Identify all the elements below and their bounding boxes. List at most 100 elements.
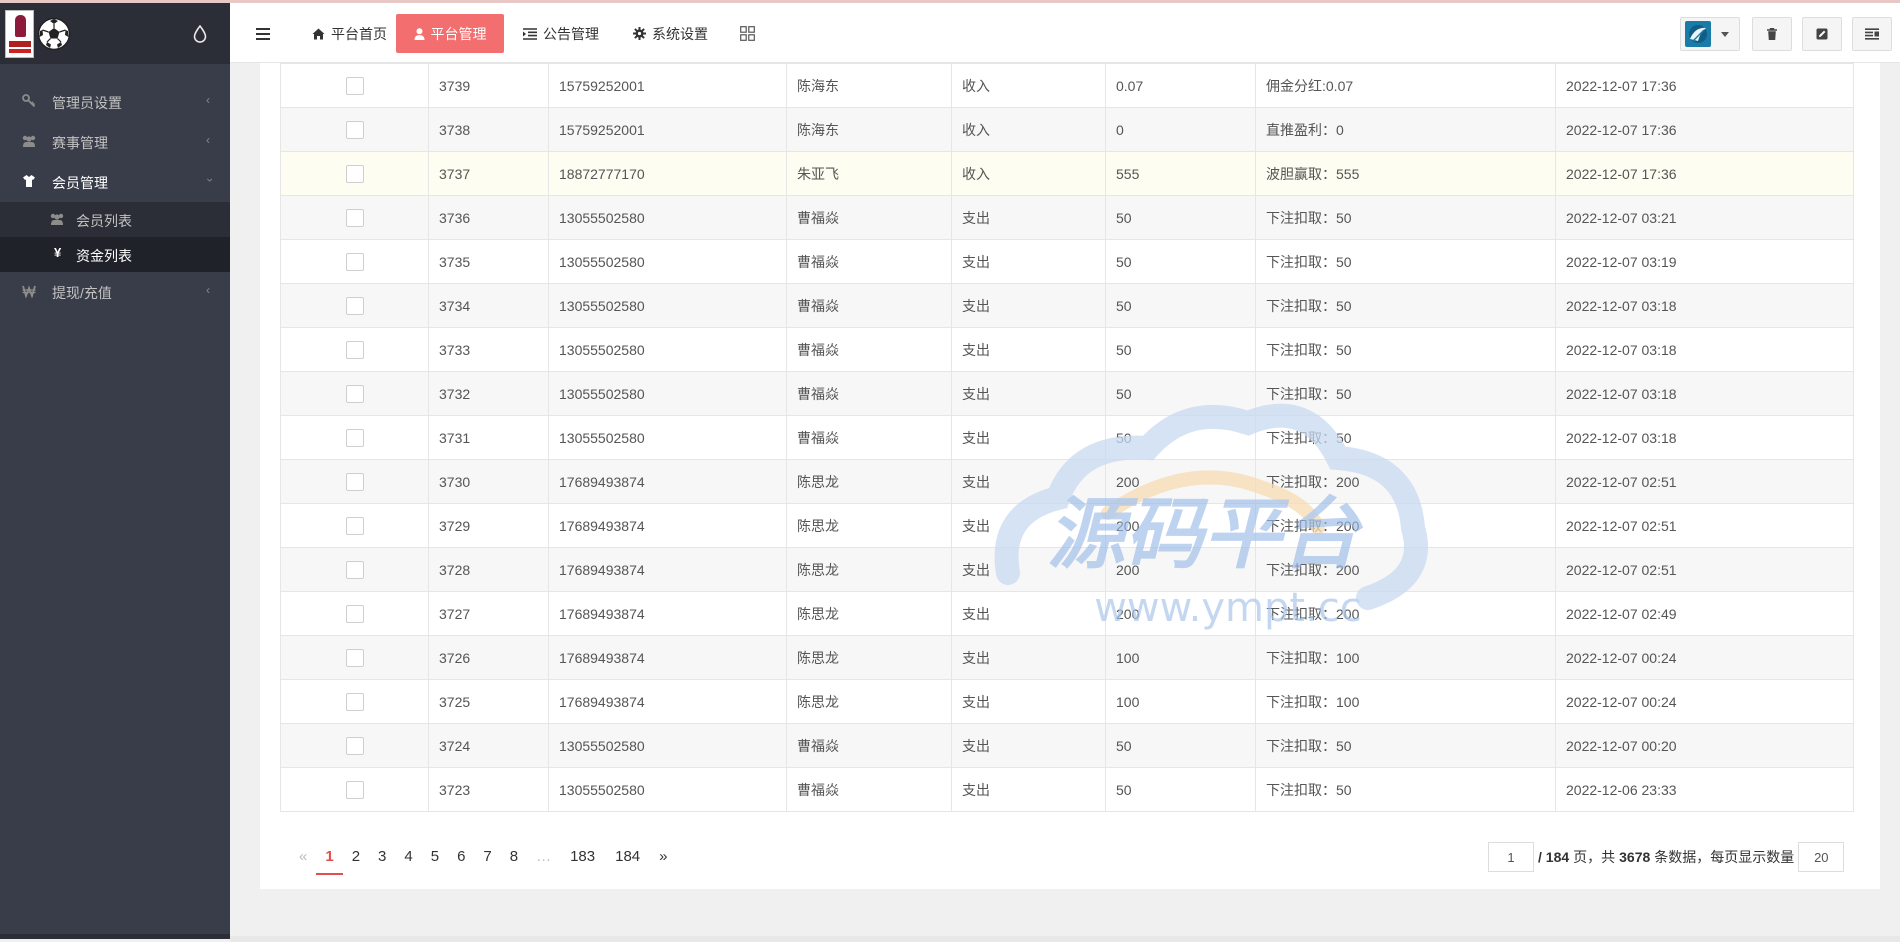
sidebar-item-member-management[interactable]: 会员管理 ‹ <box>0 162 230 202</box>
clear-cache-button[interactable] <box>1752 17 1792 51</box>
sidebar-toggle-button[interactable] <box>256 14 276 53</box>
type-cell: 支出 <box>951 635 1106 680</box>
row-checkbox[interactable] <box>346 384 364 403</box>
pagination-page-1[interactable]: 1 <box>316 839 344 875</box>
time-cell: 2022-12-07 03:18 <box>1555 415 1854 460</box>
note-cell: 下注扣取：50 <box>1255 723 1556 768</box>
row-checkbox[interactable] <box>346 472 364 491</box>
table-row[interactable]: 3732 13055502580 曹福焱 支出 50 下注扣取：50 2022-12-07 … <box>280 371 1854 416</box>
table-row[interactable]: 3739 15759252001 陈海东 收入 0.07 佣金分红:0.07 2022-12… <box>280 63 1854 108</box>
table-row[interactable]: 3723 13055502580 曹福焱 支出 50 下注扣取：50 2022-12-06 … <box>280 767 1854 812</box>
row-checkbox[interactable] <box>346 428 364 447</box>
name-cell: 陈海东 <box>786 107 952 152</box>
time-cell: 2022-12-07 03:18 <box>1555 283 1854 328</box>
table-row[interactable]: 3725 17689493874 陈思龙 支出 100 下注扣取：100 2022-12-0… <box>280 679 1854 724</box>
page-suffix-text: 页，共 <box>1573 849 1616 865</box>
table-row[interactable]: 3727 17689493874 陈思龙 支出 200 下注扣取：200 2022-12-0… <box>280 591 1854 636</box>
row-checkbox[interactable] <box>346 164 364 183</box>
app-grid-button[interactable] <box>740 14 764 53</box>
time-cell: 2022-12-07 00:24 <box>1555 635 1854 680</box>
top-header: 平台首页 平台管理 公告管理 系统设置 <box>230 3 1900 63</box>
id-cell: 3729 <box>428 503 549 548</box>
sidebar-item-member-list[interactable]: 会员列表 <box>0 202 230 237</box>
name-cell: 曹福焱 <box>786 723 952 768</box>
checkbox-cell <box>280 239 429 284</box>
amount-cell: 50 <box>1105 283 1256 328</box>
sidebar-item-event-management[interactable]: 赛事管理 ‹ <box>0 122 230 162</box>
caret-down-icon <box>1721 31 1729 37</box>
row-checkbox[interactable] <box>346 780 364 799</box>
type-cell: 支出 <box>951 679 1106 724</box>
row-checkbox[interactable] <box>346 340 364 359</box>
checkbox-cell <box>280 63 429 108</box>
note-cell: 下注扣取：100 <box>1255 679 1556 724</box>
sidebar-item-fund-list[interactable]: ¥ 资金列表 <box>0 237 230 272</box>
pagination-page-8[interactable]: 8 <box>501 839 527 875</box>
table-row[interactable]: 3737 18872777170 朱亚飞 收入 555 波胆赢取：555 2022-12-0… <box>280 151 1854 196</box>
checkbox-cell <box>280 107 429 152</box>
table-row[interactable]: 3733 13055502580 曹福焱 支出 50 下注扣取：50 2022-12-07 … <box>280 327 1854 372</box>
row-checkbox[interactable] <box>346 516 364 535</box>
row-checkbox[interactable] <box>346 252 364 271</box>
table-row[interactable]: 3730 17689493874 陈思龙 支出 200 下注扣取：200 2022-12-0… <box>280 459 1854 504</box>
table-row[interactable]: 3729 17689493874 陈思龙 支出 200 下注扣取：200 2022-12-0… <box>280 503 1854 548</box>
checkbox-cell <box>280 503 429 548</box>
row-checkbox[interactable] <box>346 296 364 315</box>
nav-platform-management-button[interactable]: 平台管理 <box>396 14 504 53</box>
checkbox-cell <box>280 195 429 240</box>
table-row[interactable]: 3731 13055502580 曹福焱 支出 50 下注扣取：50 2022-12-07 … <box>280 415 1854 460</box>
pagination-page-183[interactable]: 183 <box>560 839 605 875</box>
note-cell: 下注扣取：50 <box>1255 415 1556 460</box>
amount-cell: 50 <box>1105 723 1256 768</box>
phone-cell: 17689493874 <box>548 591 787 636</box>
table-row[interactable]: 3738 15759252001 陈海东 收入 0 直推盈利：0 2022-12-07 17… <box>280 107 1854 152</box>
amount-cell: 50 <box>1105 371 1256 416</box>
sidebar-item-label: 提现/充值 <box>52 285 112 301</box>
edit-button[interactable] <box>1802 17 1842 51</box>
row-checkbox[interactable] <box>346 120 364 139</box>
chevron-left-icon: ‹ <box>206 283 210 297</box>
row-checkbox[interactable] <box>346 560 364 579</box>
pagination-prev-button[interactable]: « <box>290 839 316 875</box>
phone-cell: 13055502580 <box>548 723 787 768</box>
nav-home-button[interactable]: 平台首页 <box>302 14 397 53</box>
nav-announcement-button[interactable]: 公告管理 <box>513 14 609 53</box>
row-checkbox[interactable] <box>346 736 364 755</box>
pagination-page-3[interactable]: 3 <box>369 839 395 875</box>
pagination-page-6[interactable]: 6 <box>448 839 474 875</box>
row-checkbox[interactable] <box>346 76 364 95</box>
id-cell: 3738 <box>428 107 549 152</box>
time-cell: 2022-12-07 17:36 <box>1555 107 1854 152</box>
table-row[interactable]: 3726 17689493874 陈思龙 支出 100 下注扣取：100 2022-12-0… <box>280 635 1854 680</box>
table-row[interactable]: 3735 13055502580 曹福焱 支出 50 下注扣取：50 2022-12-07 … <box>280 239 1854 284</box>
note-cell: 下注扣取：200 <box>1255 547 1556 592</box>
pagination-page-184[interactable]: 184 <box>605 839 650 875</box>
type-cell: 收入 <box>951 151 1106 196</box>
pagination-next-button[interactable]: » <box>650 839 676 875</box>
checkbox-cell <box>280 723 429 768</box>
page-jump-input[interactable] <box>1488 842 1534 872</box>
name-cell: 曹福焱 <box>786 371 952 416</box>
pagination-page-4[interactable]: 4 <box>395 839 421 875</box>
row-checkbox[interactable] <box>346 648 364 667</box>
pagination-page-5[interactable]: 5 <box>422 839 448 875</box>
id-cell: 3724 <box>428 723 549 768</box>
row-checkbox[interactable] <box>346 692 364 711</box>
sidebar-item-withdraw-recharge[interactable]: 提现/充值 ‹ <box>0 272 230 312</box>
nav-system-settings-button[interactable]: 系统设置 <box>623 14 718 53</box>
settings-panel-button[interactable] <box>1852 17 1892 51</box>
row-checkbox[interactable] <box>346 208 364 227</box>
table-row[interactable]: 3736 13055502580 曹福焱 支出 50 下注扣取：50 2022-12-07 … <box>280 195 1854 240</box>
sidebar-item-admin-settings[interactable]: 管理员设置 ‹ <box>0 82 230 122</box>
checkbox-cell <box>280 767 429 812</box>
row-checkbox[interactable] <box>346 604 364 623</box>
pagination-page-7[interactable]: 7 <box>474 839 500 875</box>
theme-drop-icon[interactable] <box>193 25 207 43</box>
logo[interactable] <box>0 3 230 64</box>
table-row[interactable]: 3734 13055502580 曹福焱 支出 50 下注扣取：50 2022-12-07 … <box>280 283 1854 328</box>
user-menu-button[interactable] <box>1680 17 1740 51</box>
table-row[interactable]: 3728 17689493874 陈思龙 支出 200 下注扣取：200 2022-12-0… <box>280 547 1854 592</box>
page-size-input[interactable] <box>1798 842 1845 872</box>
table-row[interactable]: 3724 13055502580 曹福焱 支出 50 下注扣取：50 2022-12-07 … <box>280 723 1854 768</box>
pagination-page-2[interactable]: 2 <box>343 839 369 875</box>
